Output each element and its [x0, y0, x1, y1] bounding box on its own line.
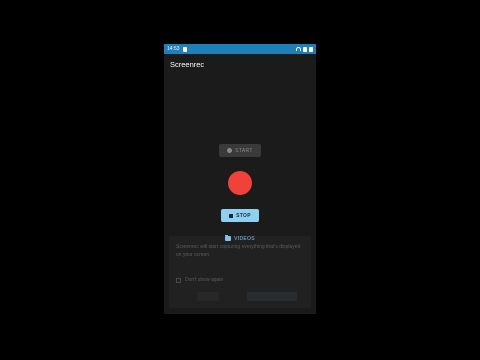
checkbox-label: Don't show again	[185, 277, 224, 283]
dialog-cancel-button[interactable]	[197, 292, 219, 301]
phone-screen: 14:53 Screenrec START STOP Screenrec wil…	[164, 44, 316, 314]
checkbox-box[interactable]	[176, 277, 181, 283]
start-button-label: START	[235, 147, 253, 154]
record-dot-icon	[227, 148, 233, 153]
stop-button[interactable]: STOP	[221, 209, 259, 222]
notification-icon	[182, 46, 187, 52]
status-right-icons	[296, 46, 313, 52]
capture-permission-dialog: Screenrec will start capturing everythin…	[169, 236, 311, 308]
videos-button-label: VIDEOS	[234, 235, 255, 242]
stop-icon	[229, 213, 234, 218]
app-bar: Screenrec	[164, 54, 316, 74]
status-bar: 14:53	[164, 44, 316, 54]
battery-icon	[309, 46, 313, 52]
start-button[interactable]: START	[219, 144, 261, 157]
dont-show-again-checkbox[interactable]: Don't show again	[176, 277, 223, 283]
folder-icon	[225, 235, 232, 241]
stop-button-label: STOP	[236, 212, 251, 219]
videos-button[interactable]: VIDEOS	[222, 234, 258, 243]
dialog-start-now-button[interactable]	[247, 292, 297, 301]
dialog-message: Screenrec will start capturing everythin…	[176, 244, 301, 258]
app-title: Screenrec	[170, 59, 205, 69]
recording-indicator	[228, 171, 252, 195]
signal-icon	[303, 46, 307, 52]
status-time: 14:53	[167, 46, 180, 52]
wifi-icon	[296, 47, 301, 51]
